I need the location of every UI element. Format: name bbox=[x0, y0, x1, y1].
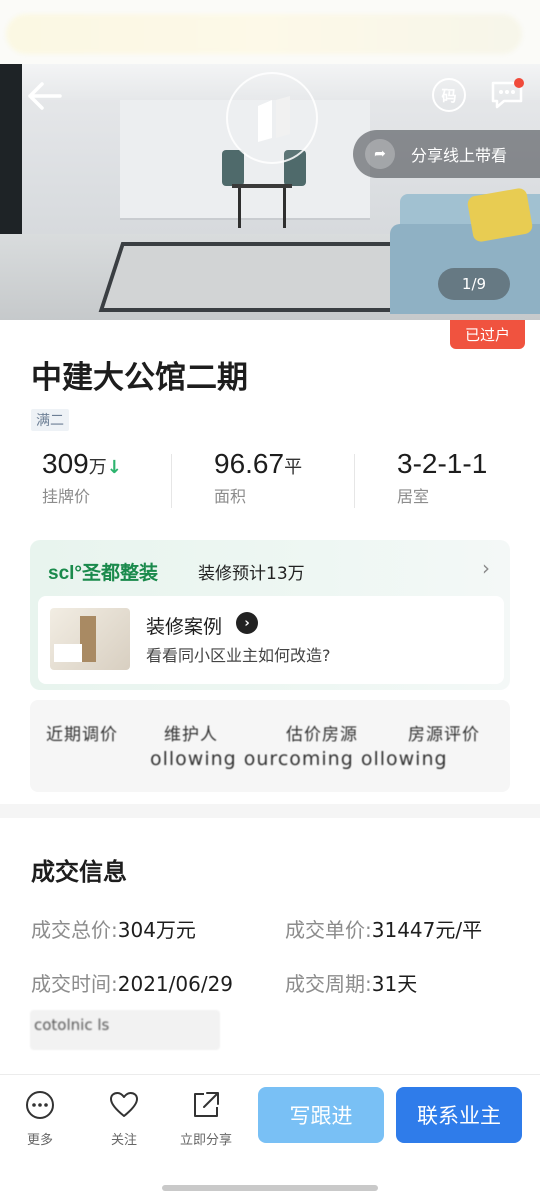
renovation-card[interactable]: scl°圣都整装 装修预计13万 › 装修案例 › 看看同小区业主如何改造? bbox=[30, 540, 510, 690]
vr-play-button[interactable] bbox=[226, 72, 318, 164]
deal-unit-price: 成交单价:31447元/平 bbox=[285, 914, 482, 943]
more-button[interactable]: 更多 bbox=[24, 1089, 56, 1148]
deal-cycle-key: 成交周期: bbox=[285, 972, 372, 996]
renovation-case-card[interactable]: 装修案例 › 看看同小区业主如何改造? bbox=[38, 596, 504, 684]
garbled-text: ollowing ourcoming ollowing bbox=[150, 748, 448, 770]
more-icon bbox=[26, 1091, 54, 1119]
divider bbox=[171, 454, 172, 508]
deal-cycle-value: 31天 bbox=[371, 972, 418, 996]
photo-table bbox=[232, 184, 292, 228]
rooms-value: 3-2-1-1 bbox=[397, 448, 488, 479]
qr-code-button[interactable]: 码 bbox=[432, 78, 466, 112]
photo-chair bbox=[222, 150, 244, 186]
section-separator bbox=[0, 804, 540, 818]
chevron-right-icon[interactable]: › bbox=[482, 556, 490, 580]
garbled-text: 房源评价 bbox=[408, 725, 480, 745]
deal-date: 成交时间:2021/06/29 bbox=[31, 968, 233, 997]
deal-total-price-value: 304万元 bbox=[117, 918, 196, 942]
top-banner bbox=[0, 0, 540, 64]
heart-icon bbox=[110, 1092, 138, 1117]
price-value: 309 bbox=[42, 448, 89, 479]
garbled-text: 估价房源 bbox=[286, 725, 358, 745]
blurred-row: cotolnic ls bbox=[30, 1010, 220, 1050]
more-label: 更多 bbox=[26, 1133, 53, 1148]
share-live-button[interactable]: ➦ 分享线上带看 bbox=[353, 130, 540, 178]
blurred-banner bbox=[6, 14, 522, 54]
stat-area: 96.67平 面积 bbox=[214, 448, 302, 507]
renovation-case-title: 装修案例 bbox=[146, 616, 223, 638]
deal-unit-price-value: 31447元/平 bbox=[371, 918, 483, 942]
follow-button[interactable]: 关注 bbox=[108, 1089, 140, 1148]
deal-info-title: 成交信息 bbox=[31, 858, 127, 886]
price-label: 挂牌价 bbox=[42, 487, 91, 506]
area-value: 96.67 bbox=[214, 448, 285, 479]
deal-cycle: 成交周期:31天 bbox=[285, 968, 417, 997]
stat-rooms: 3-2-1-1 居室 bbox=[397, 448, 487, 507]
deal-total-price: 成交总价:304万元 bbox=[31, 914, 196, 943]
photo-counter: 1/9 bbox=[438, 268, 510, 300]
home-indicator[interactable] bbox=[162, 1185, 378, 1191]
vr-logo-icon bbox=[258, 96, 290, 142]
follow-label: 关注 bbox=[110, 1133, 137, 1148]
renovation-brand-logo: scl°圣都整装 bbox=[48, 563, 159, 584]
renovation-case-thumbnail bbox=[50, 608, 130, 670]
price-unit: 万 bbox=[88, 457, 107, 478]
info-tabs-loading[interactable]: 近期调价 维护人 估价房源 房源评价 ollowing ourcoming ol… bbox=[30, 700, 510, 792]
share-button[interactable]: 立即分享 bbox=[180, 1089, 232, 1148]
arrow-right-circle-icon: › bbox=[236, 612, 258, 634]
area-label: 面积 bbox=[214, 487, 247, 506]
garbled-text: 维护人 bbox=[164, 725, 218, 745]
rooms-label: 居室 bbox=[397, 487, 430, 506]
bottom-action-bar: 更多 关注 立即分享 写跟进 联系业主 bbox=[0, 1074, 540, 1200]
garbled-text: 近期调价 bbox=[46, 725, 118, 745]
deal-total-price-key: 成交总价: bbox=[31, 918, 118, 942]
divider bbox=[354, 454, 355, 508]
thumb-door bbox=[80, 616, 96, 662]
price-down-icon: ↓ bbox=[106, 457, 122, 478]
back-arrow-icon bbox=[28, 82, 62, 110]
key-stats: 309万↓ 挂牌价 96.67平 面积 3-2-1-1 居室 bbox=[0, 448, 540, 516]
status-badge: 已过户 bbox=[450, 320, 525, 349]
write-followup-button[interactable]: 写跟进 bbox=[258, 1087, 384, 1143]
share-label: 立即分享 bbox=[180, 1133, 233, 1148]
deal-date-key: 成交时间: bbox=[31, 972, 118, 996]
unread-dot bbox=[514, 78, 524, 88]
deal-date-value: 2021/06/29 bbox=[117, 972, 234, 996]
thumb-bed bbox=[54, 644, 82, 662]
renovation-case-subtitle: 看看同小区业主如何改造? bbox=[146, 646, 331, 665]
share-live-label: 分享线上带看 bbox=[411, 146, 508, 165]
contact-owner-button[interactable]: 联系业主 bbox=[396, 1087, 522, 1143]
stat-price: 309万↓ 挂牌价 bbox=[42, 448, 122, 507]
share-icon bbox=[194, 1092, 219, 1117]
photo-rug bbox=[98, 242, 422, 312]
listing-title: 中建大公馆二期 bbox=[31, 360, 248, 396]
back-button[interactable] bbox=[26, 80, 66, 112]
share-arrow-icon: ➦ bbox=[365, 139, 395, 169]
renovation-budget: 装修预计13万 bbox=[198, 564, 305, 584]
deal-unit-price-key: 成交单价: bbox=[285, 918, 372, 942]
tag-badge: 满二 bbox=[31, 409, 69, 431]
area-unit: 平 bbox=[284, 457, 303, 478]
